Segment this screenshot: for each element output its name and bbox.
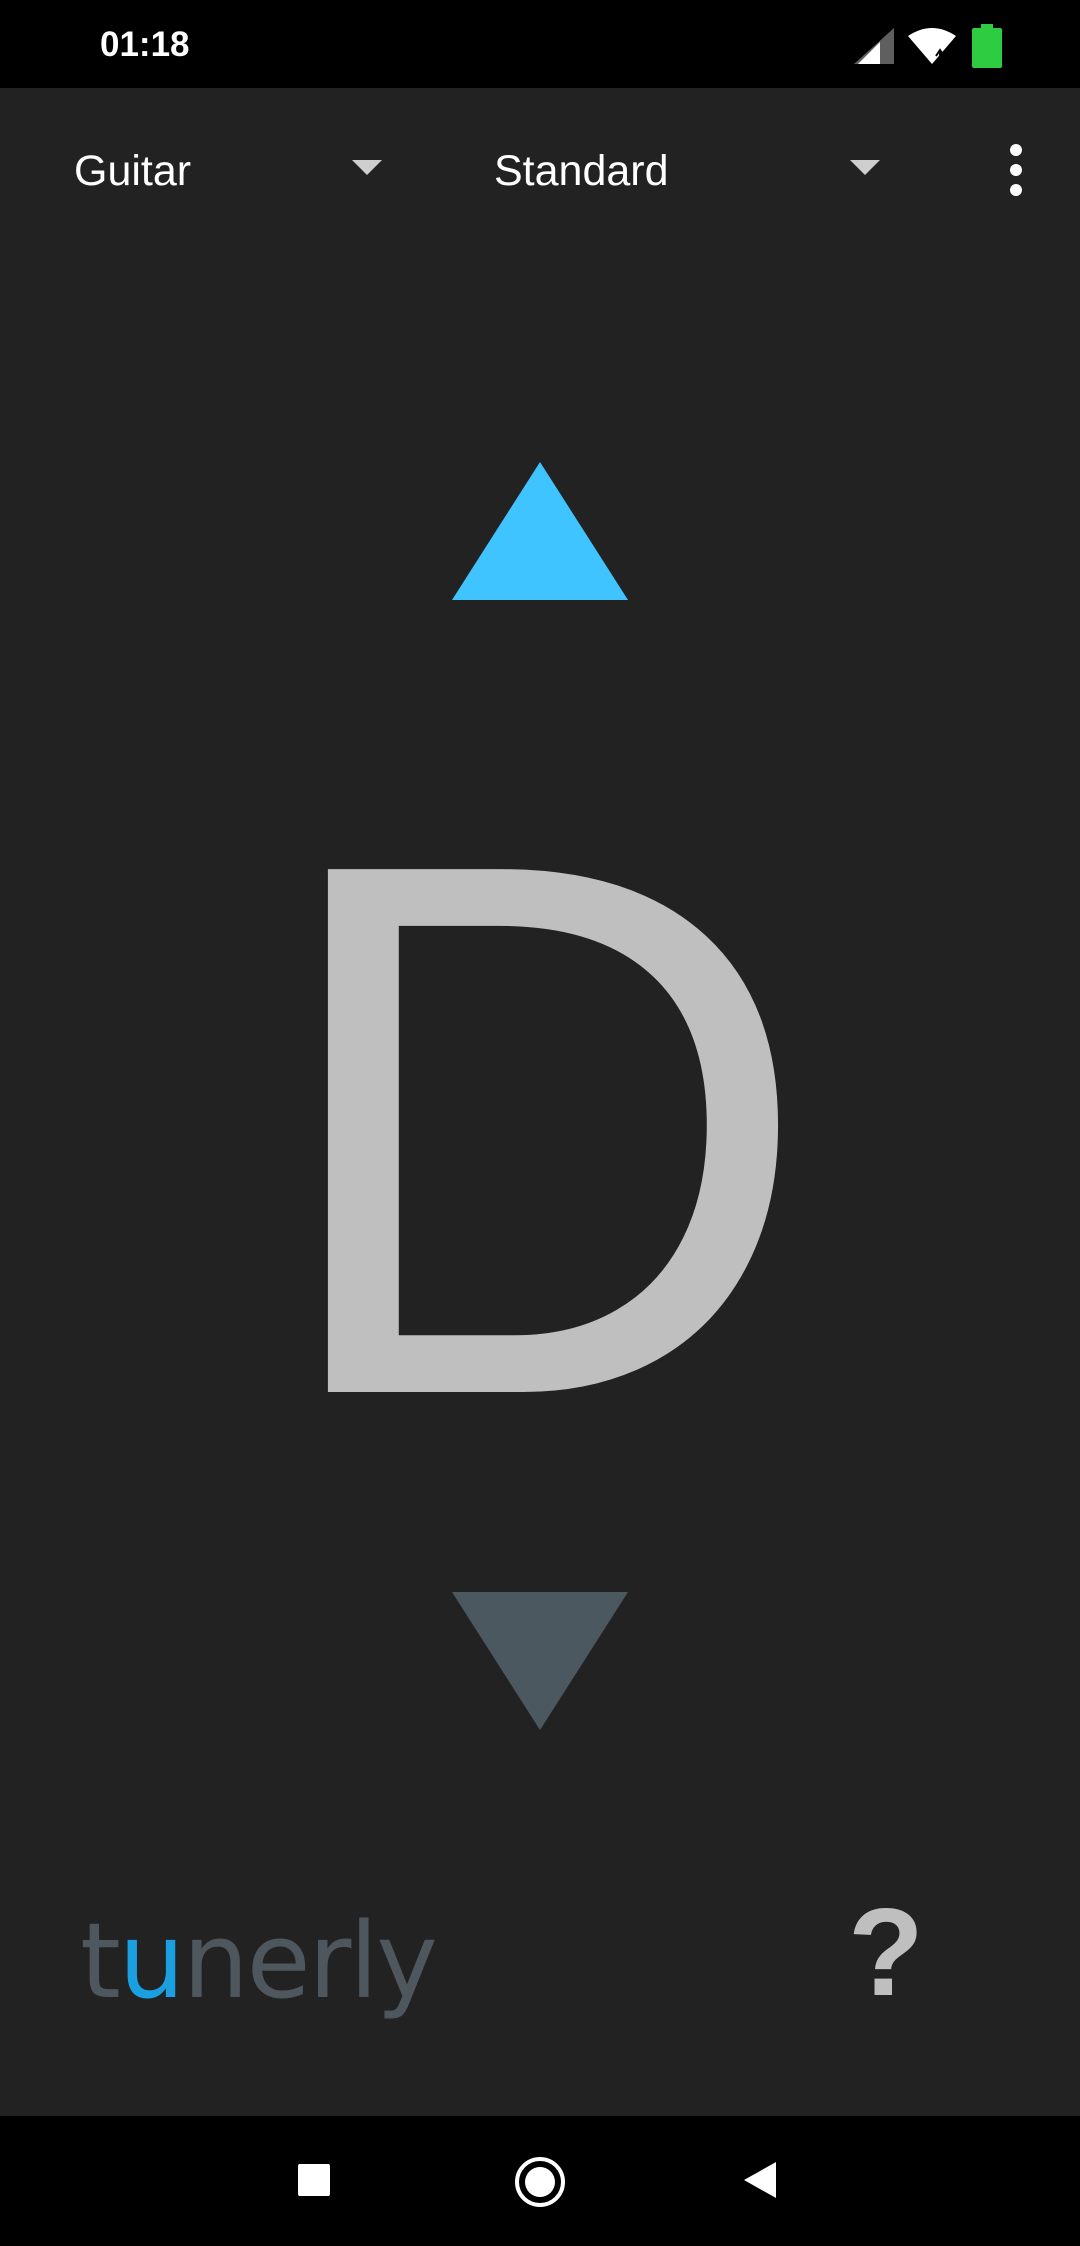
battery-icon [972, 24, 1002, 68]
recents-icon[interactable] [296, 2162, 332, 2198]
tuning-dropdown[interactable]: Standard [476, 128, 886, 208]
more-dot [1010, 144, 1022, 156]
tuner-screen: 01:18 Guitar Standard D tunerly ? [0, 0, 1080, 2246]
chevron-down-icon [352, 160, 382, 175]
instrument-label: Guitar [74, 147, 192, 195]
signal-icon [854, 28, 894, 64]
wifi-icon [908, 28, 956, 64]
more-vert-icon[interactable] [990, 136, 1046, 206]
home-icon[interactable] [514, 2156, 566, 2208]
toolbar: Guitar Standard [0, 88, 1080, 248]
logo-letter-u: u [118, 1900, 185, 2022]
tune-down-arrow-icon [452, 1592, 628, 1730]
tunerly-logo: tunerly [80, 1906, 438, 2016]
status-time: 01:18 [100, 25, 190, 64]
logo-rest: nerly [182, 1900, 438, 2022]
logo-letter-t: t [80, 1900, 121, 2022]
status-bar: 01:18 [0, 0, 1080, 88]
detected-note: D [265, 705, 815, 1554]
more-dot [1010, 184, 1022, 196]
instrument-dropdown[interactable]: Guitar [56, 128, 396, 208]
more-dot [1010, 164, 1022, 176]
chevron-down-icon [850, 160, 880, 175]
navigation-bar [0, 2116, 1080, 2246]
tune-up-arrow-icon [452, 462, 628, 600]
help-button[interactable]: ? [848, 1888, 924, 2018]
tuning-label: Standard [494, 147, 669, 195]
back-icon[interactable] [742, 2160, 778, 2200]
